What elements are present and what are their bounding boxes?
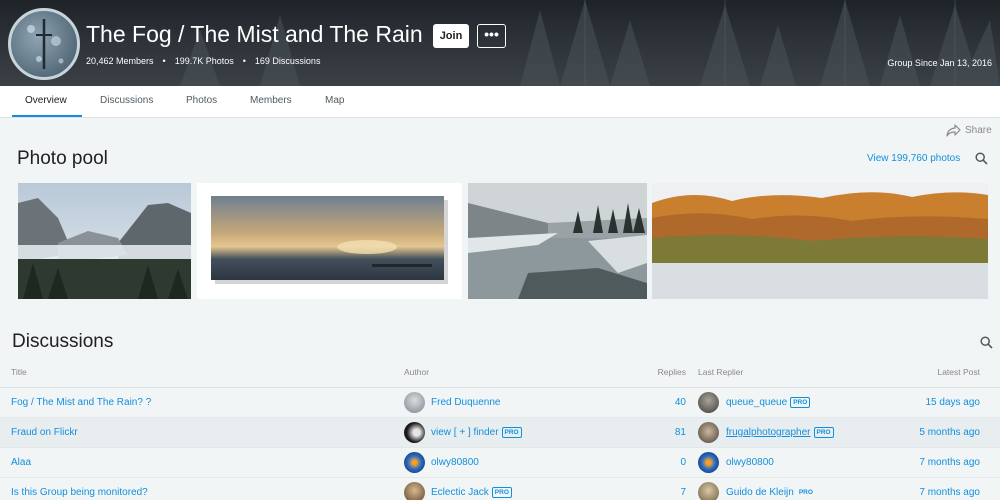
share-icon xyxy=(946,124,961,137)
reply-count[interactable]: 40 xyxy=(675,397,686,408)
tab-map[interactable]: Map xyxy=(325,95,344,106)
view-all-photos-link[interactable]: View 199,760 photos xyxy=(867,153,960,164)
last-replier-avatar[interactable] xyxy=(698,392,719,413)
reply-count[interactable]: 7 xyxy=(680,487,686,498)
group-since: Group Since Jan 13, 2016 xyxy=(887,58,992,68)
search-icon xyxy=(975,152,988,165)
pro-badge: PRO xyxy=(813,427,834,438)
discussion-row[interactable]: Is this Group being monitored? Eclectic … xyxy=(0,478,1000,500)
reply-count[interactable]: 81 xyxy=(675,427,686,438)
photos-count[interactable]: 199.7K Photos xyxy=(175,56,234,66)
group-title: The Fog / The Mist and The Rain xyxy=(86,21,423,47)
discussions-count[interactable]: 169 Discussions xyxy=(255,56,321,66)
discussion-row[interactable]: Fog / The Mist and The Rain? ? Fred Duqu… xyxy=(0,388,1000,418)
active-tab-indicator xyxy=(12,115,82,117)
separator-dot: • xyxy=(162,56,166,66)
pool-photo[interactable] xyxy=(18,183,191,299)
members-count[interactable]: 20,462 Members xyxy=(86,56,154,66)
author-avatar[interactable] xyxy=(404,422,425,443)
latest-post-time[interactable]: 7 months ago xyxy=(919,457,980,468)
pro-badge: PRO xyxy=(491,487,512,498)
pool-photo[interactable] xyxy=(197,183,462,299)
pool-photo[interactable] xyxy=(652,183,988,299)
pool-photo[interactable] xyxy=(468,183,647,299)
pro-badge: PRO xyxy=(501,427,522,438)
latest-post-time[interactable]: 5 months ago xyxy=(919,427,980,438)
reply-count[interactable]: 0 xyxy=(680,457,686,468)
search-icon xyxy=(980,336,993,349)
join-button[interactable]: Join xyxy=(433,24,469,48)
tab-bar: Overview Discussions Photos Members Map xyxy=(0,86,1000,118)
discussions-search-button[interactable] xyxy=(980,336,993,354)
column-header-last-replier: Last Replier xyxy=(698,367,744,377)
discussion-title[interactable]: Alaa xyxy=(11,457,31,468)
discussions-title: Discussions xyxy=(12,331,114,352)
photo-pool-search-button[interactable] xyxy=(975,152,988,170)
tab-overview[interactable]: Overview xyxy=(25,95,67,106)
author-avatar[interactable] xyxy=(404,482,425,500)
tab-discussions[interactable]: Discussions xyxy=(100,95,153,106)
last-replier-avatar[interactable] xyxy=(698,482,719,500)
last-replier-link[interactable]: frugalphotographer PRO xyxy=(726,427,834,438)
share-label: Share xyxy=(965,125,992,136)
column-header-author: Author xyxy=(404,367,430,377)
group-header: The Fog / The Mist and The Rain Join •••… xyxy=(0,0,1000,86)
latest-post-time[interactable]: 15 days ago xyxy=(926,397,981,408)
author-avatar[interactable] xyxy=(404,452,425,473)
last-replier-link[interactable]: Guido de Kleijn PRO xyxy=(726,487,815,498)
group-stats: 20,462 Members • 199.7K Photos • 169 Dis… xyxy=(86,56,320,66)
column-header-replies: Replies xyxy=(657,367,686,377)
column-header-title: Title xyxy=(11,367,27,377)
discussion-title[interactable]: Fog / The Mist and The Rain? ? xyxy=(11,397,151,408)
column-header-latest-post: Latest Post xyxy=(937,367,980,377)
tab-members[interactable]: Members xyxy=(250,95,292,106)
author-link[interactable]: Eclectic Jack PRO xyxy=(431,487,512,498)
last-replier-avatar[interactable] xyxy=(698,452,719,473)
tab-photos[interactable]: Photos xyxy=(186,95,217,106)
more-options-button[interactable]: ••• xyxy=(477,24,506,48)
latest-post-time[interactable]: 7 months ago xyxy=(919,487,980,498)
discussion-title[interactable]: Fraud on Flickr xyxy=(11,427,78,438)
author-link[interactable]: view [ + ] finder PRO xyxy=(431,427,522,438)
photo-pool-title: Photo pool xyxy=(17,148,108,169)
discussion-row[interactable]: Fraud on Flickr view [ + ] finder PRO 81 … xyxy=(0,418,1000,448)
pro-badge: PRO xyxy=(790,397,811,408)
last-replier-link[interactable]: olwy80800 xyxy=(726,457,774,468)
author-link[interactable]: Fred Duquenne xyxy=(431,397,501,408)
last-replier-avatar[interactable] xyxy=(698,422,719,443)
group-avatar xyxy=(8,8,80,80)
last-replier-link[interactable]: queue_queue PRO xyxy=(726,397,811,408)
separator-dot: • xyxy=(242,56,246,66)
pro-badge: PRO xyxy=(798,489,813,496)
author-avatar[interactable] xyxy=(404,392,425,413)
discussion-row[interactable]: Alaa olwy80800 0 olwy80800 7 months ago xyxy=(0,448,1000,478)
author-link[interactable]: olwy80800 xyxy=(431,457,479,468)
discussion-title[interactable]: Is this Group being monitored? xyxy=(11,487,148,498)
share-button[interactable]: Share xyxy=(946,124,992,137)
